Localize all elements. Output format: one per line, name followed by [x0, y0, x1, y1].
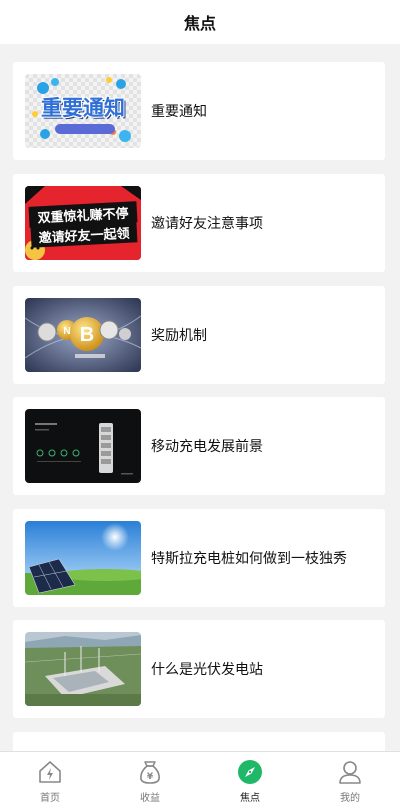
- home-lightning-icon: [37, 759, 63, 785]
- article-card-tesla-charging[interactable]: 特斯拉充电桩如何做到一枝独秀: [13, 509, 385, 607]
- yen-bag-icon: ¥: [137, 759, 163, 785]
- article-thumbnail: [25, 409, 141, 483]
- user-icon: [337, 759, 363, 785]
- tab-label: 焦点: [240, 793, 260, 804]
- tab-earnings[interactable]: ¥ 收益: [100, 752, 200, 806]
- article-card-invite-friends[interactable]: 双重惊礼赚不停 邀请好友一起领 邀请好友注意事项: [13, 174, 385, 272]
- tab-label: 我的: [340, 793, 360, 804]
- article-card-mobile-charging[interactable]: 移动充电发展前景: [13, 397, 385, 495]
- article-thumbnail: [25, 521, 141, 595]
- article-thumbnail: [25, 744, 141, 751]
- article-thumbnail: 重要通知: [25, 74, 141, 148]
- tab-home[interactable]: 首页: [0, 752, 100, 806]
- article-title: 移动充电发展前景: [151, 438, 263, 454]
- bottom-tab-bar: 首页 ¥ 收益 焦点 我的: [0, 751, 400, 806]
- page-title: 焦点: [183, 16, 216, 33]
- article-thumbnail: [25, 632, 141, 706]
- article-title: 邀请好友注意事项: [151, 215, 263, 231]
- page-header: 焦点: [0, 0, 400, 44]
- article-card-reward-mechanism[interactable]: N B 奖励机制: [13, 286, 385, 384]
- article-thumbnail: 双重惊礼赚不停 邀请好友一起领: [25, 186, 141, 260]
- svg-text:N: N: [63, 326, 70, 337]
- article-list[interactable]: 重要通知 重要通知 双重惊礼赚不停 邀请好友一起领 邀请好友注意事项 N B 奖…: [0, 44, 400, 751]
- article-title: 什么是光伏发电站: [151, 661, 263, 677]
- thumbnail-caption: 重要通知: [41, 96, 125, 120]
- tab-label: 收益: [140, 793, 160, 804]
- svg-text:¥: ¥: [147, 772, 154, 782]
- svg-text:B: B: [80, 324, 94, 346]
- compass-icon: [237, 759, 263, 785]
- article-card-important-notice[interactable]: 重要通知 重要通知: [13, 62, 385, 160]
- article-title: 奖励机制: [151, 327, 207, 343]
- article-title: 重要通知: [151, 103, 207, 119]
- tab-focus[interactable]: 焦点: [200, 752, 300, 806]
- tab-mine[interactable]: 我的: [300, 752, 400, 806]
- article-card-solar-station[interactable]: 什么是光伏发电站: [13, 620, 385, 718]
- tab-label: 首页: [40, 793, 60, 804]
- article-thumbnail: N B: [25, 298, 141, 372]
- article-card-partial[interactable]: [13, 732, 385, 751]
- article-title: 特斯拉充电桩如何做到一枝独秀: [151, 550, 347, 566]
